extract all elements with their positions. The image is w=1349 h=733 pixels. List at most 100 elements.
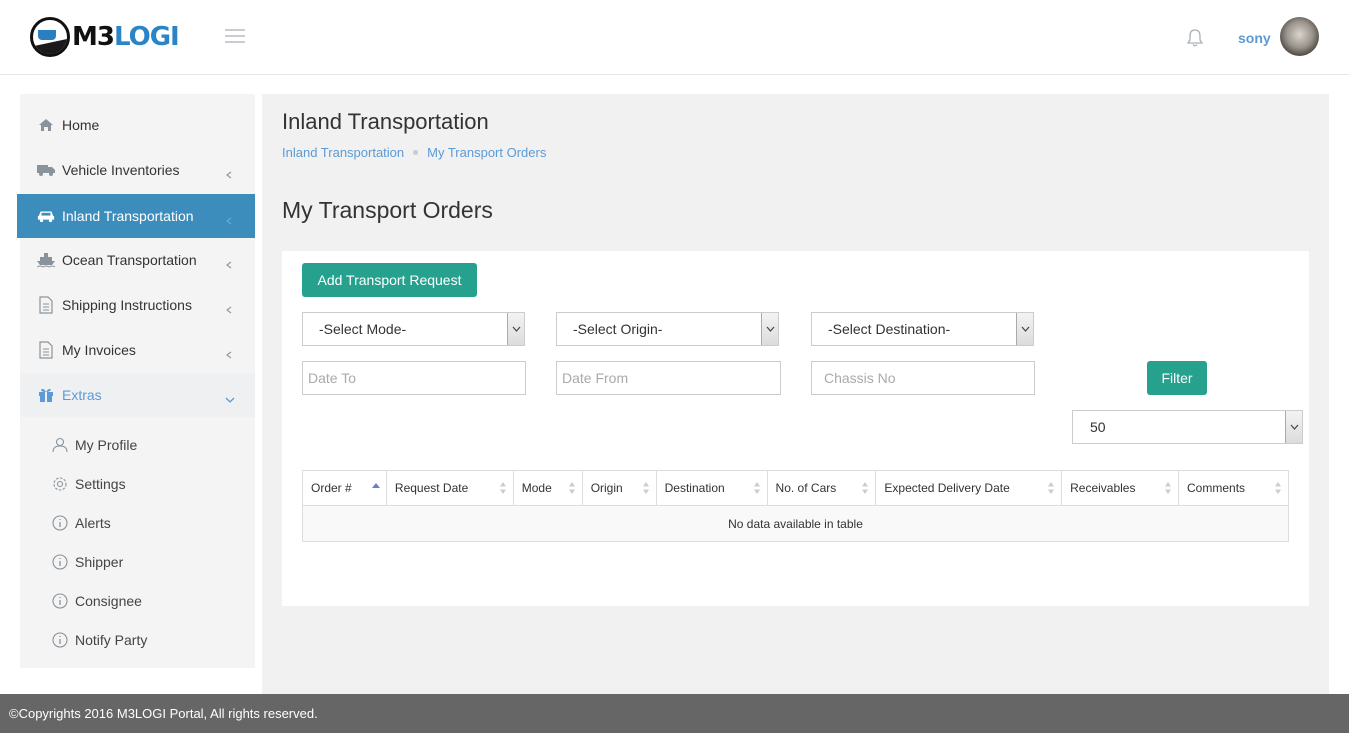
logo-text: M3LOGI	[72, 22, 180, 52]
breadcrumb: Inland Transportation My Transport Order…	[282, 145, 546, 160]
sidebar-subitem-label: Alerts	[75, 515, 111, 531]
column-header-no-of-cars[interactable]: No. of Cars	[766, 470, 877, 506]
column-header-label: Destination	[664, 481, 725, 495]
info-icon	[51, 514, 69, 532]
column-header-label: Mode	[521, 481, 552, 495]
chevron-left-icon	[225, 301, 233, 314]
destination-select-value: -Select Destination-	[828, 321, 951, 337]
avatar[interactable]	[1280, 17, 1319, 56]
page-size-select[interactable]: 50	[1072, 410, 1303, 444]
truck-icon	[37, 161, 55, 179]
breadcrumb-link-inland-transportation[interactable]: Inland Transportation	[282, 145, 404, 160]
breadcrumb-separator	[413, 150, 419, 155]
destination-select[interactable]: -Select Destination-	[811, 312, 1034, 346]
sidebar-subitem-consignee[interactable]: Consignee	[20, 583, 255, 619]
sort-icon	[753, 481, 761, 495]
column-header-request-date[interactable]: Request Date	[385, 470, 514, 506]
column-header-order[interactable]: Order #	[302, 470, 387, 506]
sidebar-subitem-shipper[interactable]: Shipper	[20, 544, 255, 580]
sidebar-subitem-notify-party[interactable]: Notify Party	[20, 622, 255, 658]
mode-select[interactable]: -Select Mode-	[302, 312, 525, 346]
sidebar-subitem-alerts[interactable]: Alerts	[20, 505, 255, 541]
main-content: Inland Transportation Inland Transportat…	[262, 94, 1329, 694]
chevron-left-icon	[225, 166, 233, 179]
sidebar-item-inland-transportation[interactable]: Inland Transportation	[17, 194, 255, 238]
chassis-no-input[interactable]	[811, 361, 1035, 395]
page-title: Inland Transportation	[282, 109, 489, 134]
sort-asc-icon	[371, 481, 380, 495]
gear-icon	[51, 475, 69, 493]
username[interactable]: sony	[1238, 30, 1271, 46]
page-size-value: 50	[1090, 419, 1106, 435]
footer: ©Copyrights 2016 M3LOGI Portal, All righ…	[0, 694, 1349, 733]
column-header-origin[interactable]: Origin	[581, 470, 657, 506]
info-icon	[51, 592, 69, 610]
bell-icon[interactable]	[1186, 28, 1204, 48]
chevron-left-icon	[225, 346, 233, 359]
sidebar-item-label: Home	[62, 117, 100, 133]
column-header-label: Comments	[1187, 481, 1246, 495]
mode-select-value: -Select Mode-	[319, 321, 407, 337]
column-header-destination[interactable]: Destination	[655, 470, 768, 506]
menu-toggle-icon[interactable]	[225, 29, 245, 43]
sidebar-item-my-invoices[interactable]: My Invoices	[20, 328, 255, 372]
column-header-label: Receivables	[1070, 481, 1136, 495]
column-header-comments[interactable]: Comments	[1178, 470, 1289, 506]
sort-icon	[1274, 481, 1282, 495]
home-icon	[37, 116, 55, 134]
sidebar-subitem-settings[interactable]: Settings	[20, 466, 255, 502]
sidebar-item-home[interactable]: Home	[20, 103, 255, 147]
chevron-left-icon	[225, 212, 233, 225]
sidebar-item-vehicle-inventories[interactable]: Vehicle Inventories	[20, 148, 255, 192]
sidebar-item-label: Shipping Instructions	[62, 297, 192, 313]
chevron-down-icon	[1016, 313, 1033, 345]
column-header-label: Request Date	[394, 481, 469, 495]
ship-icon	[37, 251, 55, 269]
filter-button[interactable]: Filter	[1147, 361, 1207, 395]
orders-panel: Add Transport Request -Select Mode- -Sel…	[282, 251, 1309, 606]
chevron-down-icon	[761, 313, 778, 345]
sidebar-item-label: Vehicle Inventories	[62, 162, 180, 178]
car-icon	[37, 207, 55, 225]
transport-orders-table: Order # Request Date Mode Origin Destina…	[302, 470, 1289, 542]
date-from-input[interactable]	[556, 361, 781, 395]
user-icon	[51, 436, 69, 454]
sidebar-item-label: Inland Transportation	[62, 208, 194, 224]
info-icon	[51, 553, 69, 571]
sort-icon	[1164, 481, 1172, 495]
sidebar-subitem-my-profile[interactable]: My Profile	[20, 427, 255, 463]
breadcrumb-link-my-transport-orders[interactable]: My Transport Orders	[427, 145, 546, 160]
info-icon	[51, 631, 69, 649]
column-header-expected-delivery-date[interactable]: Expected Delivery Date	[875, 470, 1063, 506]
document-icon	[37, 341, 55, 359]
chevron-left-icon	[225, 256, 233, 269]
column-header-label: Expected Delivery Date	[884, 481, 1010, 495]
sidebar-item-ocean-transportation[interactable]: Ocean Transportation	[20, 238, 255, 282]
date-to-input[interactable]	[302, 361, 526, 395]
column-header-receivables[interactable]: Receivables	[1061, 470, 1180, 506]
sidebar-item-extras[interactable]: Extras	[20, 373, 255, 417]
sidebar-item-shipping-instructions[interactable]: Shipping Instructions	[20, 283, 255, 327]
sidebar-item-label: My Invoices	[62, 342, 136, 358]
logo-emblem-icon	[30, 17, 70, 57]
m3logi-logo[interactable]: M3LOGI	[30, 17, 180, 57]
chevron-down-icon	[507, 313, 524, 345]
table-row: No data available in table	[302, 505, 1289, 542]
sidebar-subitem-label: Shipper	[75, 554, 124, 570]
sidebar-subitem-label: Settings	[75, 476, 126, 492]
empty-table-message: No data available in table	[302, 505, 1289, 542]
origin-select[interactable]: -Select Origin-	[556, 312, 779, 346]
chevron-down-icon	[1285, 411, 1302, 443]
column-header-label: No. of Cars	[775, 481, 837, 495]
sort-icon	[499, 481, 507, 495]
sort-icon	[1047, 481, 1055, 495]
column-header-mode[interactable]: Mode	[512, 470, 583, 506]
sidebar: Home Vehicle Inventories Inland Transpor…	[17, 94, 255, 668]
copyright-text: ©Copyrights 2016 M3LOGI Portal, All righ…	[9, 706, 318, 721]
chevron-down-icon	[225, 391, 235, 403]
column-header-label: Order #	[311, 481, 352, 495]
sidebar-subitem-label: Consignee	[75, 593, 142, 609]
sidebar-item-label: Extras	[62, 387, 102, 403]
gift-icon	[37, 386, 55, 404]
add-transport-request-button[interactable]: Add Transport Request	[302, 263, 477, 297]
